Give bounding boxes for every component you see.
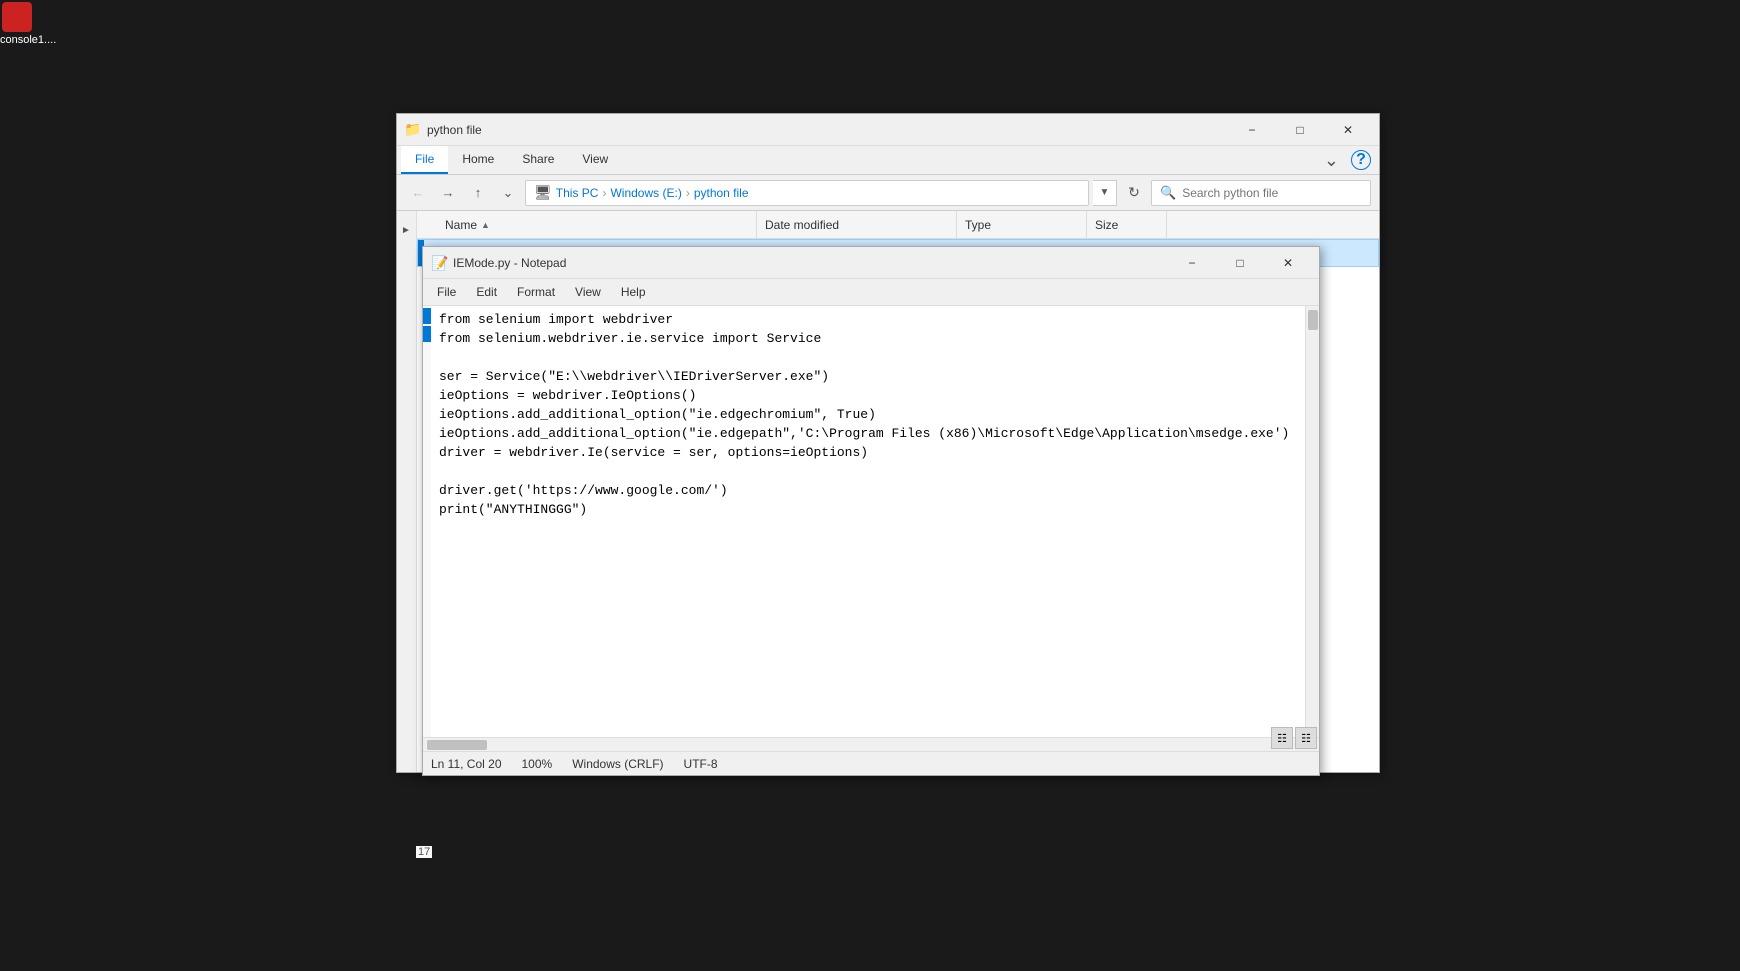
ribbon-tab-view[interactable]: View xyxy=(568,146,622,174)
notepad-title: IEMode.py - Notepad xyxy=(453,256,1169,270)
explorer-maximize-button[interactable]: □ xyxy=(1277,114,1323,146)
notepad-scrollbar-v[interactable] xyxy=(1305,306,1319,737)
up-button[interactable]: ↑ xyxy=(465,180,491,206)
notepad-menu-format[interactable]: Format xyxy=(507,281,565,303)
path-thispc[interactable]: This PC xyxy=(556,186,599,200)
notepad-left-gutter xyxy=(423,306,431,737)
notepad-maximize-button[interactable]: □ xyxy=(1217,247,1263,279)
view-icon-2[interactable]: ☷ xyxy=(1295,727,1317,749)
notepad-editor[interactable]: from selenium import webdriver from sele… xyxy=(431,306,1305,737)
ribbon-tab-share[interactable]: Share xyxy=(508,146,568,174)
status-line-col: Ln 11, Col 20 xyxy=(431,757,502,771)
notepad-menu-edit[interactable]: Edit xyxy=(466,281,507,303)
line-number-17: 17 xyxy=(416,846,432,858)
search-input[interactable] xyxy=(1182,186,1362,200)
explorer-sidebar: ► xyxy=(397,211,417,772)
col-header-size[interactable]: Size xyxy=(1087,211,1167,238)
status-zoom: 100% xyxy=(522,757,553,771)
back-button[interactable]: ← xyxy=(405,180,431,206)
line-indicator-2 xyxy=(423,326,431,342)
notepad-titlebar-controls: − □ ✕ xyxy=(1169,247,1311,279)
status-line-ending: Windows (CRLF) xyxy=(572,757,663,771)
address-path: 🖥 This PC › Windows (E:) › python file xyxy=(525,180,1089,206)
path-dropdown-button[interactable]: ▼ xyxy=(1093,180,1117,206)
notepad-icon: 📝 xyxy=(431,255,447,271)
notepad-menu-help[interactable]: Help xyxy=(611,281,656,303)
ribbon-tab-file[interactable]: File xyxy=(401,146,448,174)
notepad-window: 📝 IEMode.py - Notepad − □ ✕ File Edit Fo… xyxy=(422,246,1320,776)
search-box: 🔍 xyxy=(1151,180,1371,206)
col-header-name[interactable]: Name ▲ xyxy=(437,211,757,238)
ribbon-tabs: File Home Share View ⌄ ? xyxy=(397,146,1379,175)
path-windows-e[interactable]: Windows (E:) xyxy=(610,186,681,200)
explorer-titlebar: 📁 python file − □ ✕ xyxy=(397,114,1379,146)
explorer-title: python file xyxy=(427,123,1229,137)
col-header-type[interactable]: Type xyxy=(957,211,1087,238)
titlebar-controls: − □ ✕ xyxy=(1229,114,1371,146)
scrollbar-thumb-v xyxy=(1308,310,1318,330)
scrollbar-thumb-h xyxy=(427,740,487,750)
taskbar-icon: console1.... xyxy=(0,0,40,40)
taskbar-label: console1.... xyxy=(0,34,56,46)
notepad-close-button[interactable]: ✕ xyxy=(1265,247,1311,279)
path-python-file[interactable]: python file xyxy=(694,186,749,200)
recent-locations-button[interactable]: ⌄ xyxy=(495,180,521,206)
status-encoding: UTF-8 xyxy=(684,757,718,771)
explorer-minimize-button[interactable]: − xyxy=(1229,114,1275,146)
notepad-minimize-button[interactable]: − xyxy=(1169,247,1215,279)
sort-icon: ▲ xyxy=(481,220,490,230)
col-header-date[interactable]: Date modified xyxy=(757,211,957,238)
explorer-folder-icon: 📁 xyxy=(405,122,421,138)
notepad-statusbar: Ln 11, Col 20 100% Windows (CRLF) UTF-8 xyxy=(423,751,1319,775)
taskbar-icon-bg xyxy=(2,2,32,32)
ribbon-expand-button[interactable]: ⌄ xyxy=(1316,146,1347,174)
notepad-menu-view[interactable]: View xyxy=(565,281,611,303)
forward-button[interactable]: → xyxy=(435,180,461,206)
address-pc-icon: 🖥 xyxy=(534,184,552,201)
notepad-content-area: from selenium import webdriver from sele… xyxy=(423,306,1319,737)
refresh-button[interactable]: ↻ xyxy=(1121,180,1147,206)
file-list-header: Name ▲ Date modified Type Size xyxy=(417,211,1379,239)
address-bar: ← → ↑ ⌄ 🖥 This PC › Windows (E:) › pytho… xyxy=(397,175,1379,211)
ribbon-tab-home[interactable]: Home xyxy=(448,146,508,174)
sidebar-expand-icon[interactable]: ► xyxy=(401,225,411,236)
notepad-view-icons: ☷ ☷ xyxy=(1271,727,1317,749)
explorer-close-button[interactable]: ✕ xyxy=(1325,114,1371,146)
notepad-menu-file[interactable]: File xyxy=(427,281,466,303)
search-icon: 🔍 xyxy=(1160,185,1176,201)
help-button[interactable]: ? xyxy=(1351,150,1371,170)
notepad-titlebar: 📝 IEMode.py - Notepad − □ ✕ xyxy=(423,247,1319,279)
view-icon-1[interactable]: ☷ xyxy=(1271,727,1293,749)
notepad-scrollbar-h[interactable]: ☷ ☷ xyxy=(423,737,1319,751)
notepad-menu: File Edit Format View Help xyxy=(423,279,1319,306)
line-indicator-1 xyxy=(423,308,431,324)
